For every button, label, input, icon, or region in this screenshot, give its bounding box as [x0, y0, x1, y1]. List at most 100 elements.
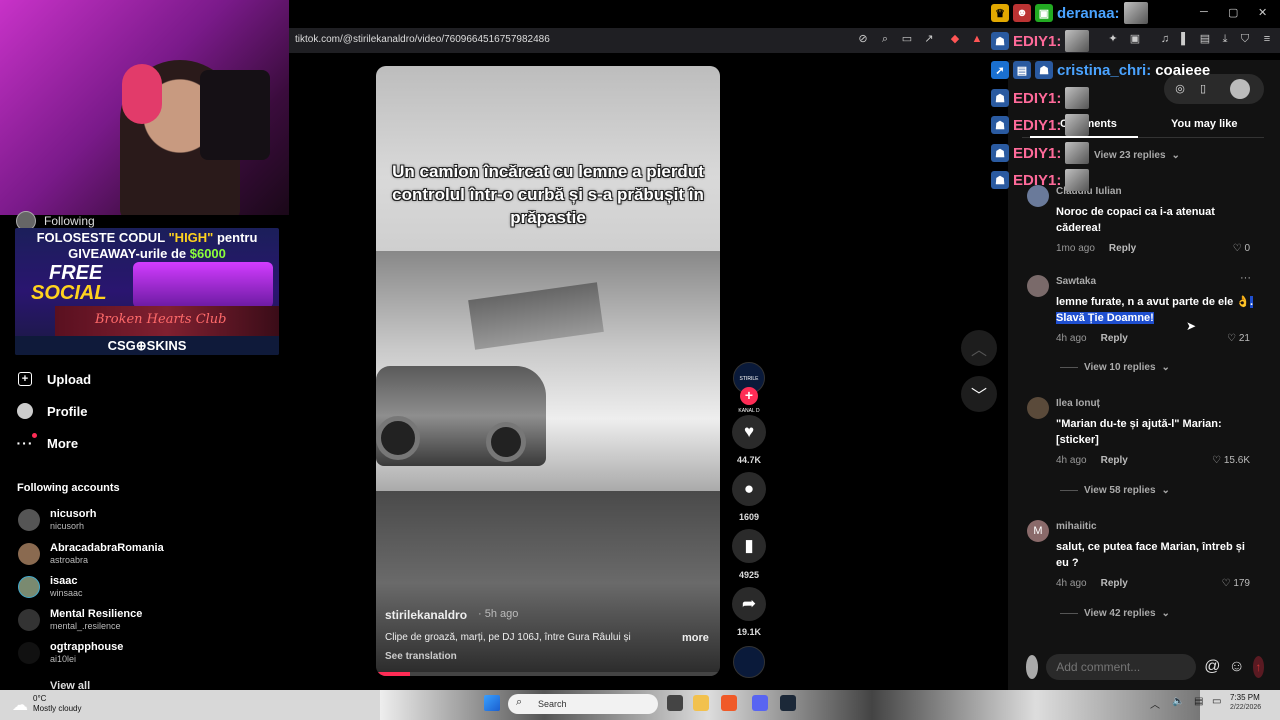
wallet-icon[interactable]: ▣ — [1128, 32, 1142, 46]
save-button[interactable]: ▮ — [732, 529, 766, 563]
nav-upload[interactable]: + Upload — [17, 371, 91, 387]
account-item[interactable]: nicusorh nicusorh — [18, 508, 96, 532]
task-view-icon[interactable] — [667, 695, 683, 711]
file-explorer-icon[interactable] — [693, 695, 709, 711]
video-player[interactable]: Un camion încărcat cu lemne a pierdut co… — [376, 66, 720, 676]
account-item[interactable]: ogtrapphouse ai10lei — [18, 641, 123, 665]
url-text[interactable]: tiktok.com/@stirilekanaldro/video/760966… — [295, 34, 550, 45]
video-progress-bar[interactable] — [376, 672, 720, 676]
avatar[interactable] — [1027, 397, 1049, 419]
comment-like[interactable]: ♡ 21 — [1210, 333, 1250, 344]
more-button[interactable]: more — [682, 632, 709, 644]
reply-button[interactable]: Reply — [1109, 243, 1136, 254]
network-icon[interactable]: ▤ — [1194, 696, 1203, 707]
nav-more[interactable]: ··· More — [17, 433, 78, 451]
nav-profile[interactable]: Profile — [17, 403, 87, 419]
compass-icon[interactable]: ◎ — [1172, 81, 1188, 97]
extensions-icon[interactable]: ✦ — [1106, 32, 1120, 46]
tabs-icon[interactable]: ▤ — [1198, 32, 1212, 46]
user-avatar-icon[interactable] — [1230, 79, 1250, 99]
maximize-button[interactable]: ▢ — [1228, 6, 1238, 19]
comment-like[interactable]: ♡ 15.6K — [1200, 455, 1250, 466]
account-item[interactable]: AbracadabraRomania astroabra — [18, 542, 164, 566]
comment-like[interactable]: ♡ 179 — [1210, 578, 1250, 589]
view-replies[interactable]: View 58 replies ⌄ — [1060, 485, 1170, 496]
like-button[interactable]: ♥ — [732, 415, 766, 449]
comment-time: 4h ago — [1056, 455, 1087, 466]
account-item[interactable]: isaac winsaac — [18, 575, 83, 599]
music-icon[interactable]: ♫ — [1158, 32, 1172, 46]
video-time: · 5h ago — [478, 608, 519, 620]
chevron-down-icon: ﹀ — [970, 388, 987, 405]
follow-button[interactable]: + — [740, 387, 758, 405]
share-button[interactable]: ➦ — [732, 587, 766, 621]
reply-button[interactable]: Reply — [1101, 578, 1128, 589]
sound-avatar[interactable] — [733, 646, 765, 678]
comment-text-main: lemne furate, n a avut parte de ele 👌 — [1056, 296, 1251, 308]
tab-you-may-like[interactable]: You may like — [1171, 118, 1237, 130]
account-name: AbracadabraRomania — [50, 542, 164, 554]
reply-button[interactable]: Reply — [1101, 455, 1128, 466]
rewards-icon[interactable]: ▲ — [970, 32, 984, 46]
brave-browser-icon[interactable] — [721, 695, 737, 711]
taskbar-search[interactable]: Search — [508, 694, 658, 714]
share-icon[interactable]: ↗ — [922, 32, 936, 46]
video-bottom-frame — [376, 491, 720, 676]
screen-icon[interactable]: ▭ — [900, 32, 914, 46]
clock-date[interactable]: 2/22/2026 — [1230, 704, 1261, 711]
previous-video-button[interactable]: ︿ — [961, 330, 997, 366]
no-camera-icon[interactable]: ⊘ — [856, 32, 870, 46]
vpn-icon[interactable]: ⛉ — [1238, 32, 1252, 46]
clock-time[interactable]: 7:35 PM — [1230, 693, 1260, 702]
menu-icon[interactable]: ≡ — [1260, 32, 1274, 46]
battery-icon[interactable]: ▭ — [1212, 696, 1221, 707]
comment-options-icon[interactable]: ··· — [1240, 272, 1251, 284]
comment-button[interactable]: ● — [732, 472, 766, 506]
view-replies[interactable]: View 42 replies ⌄ — [1060, 608, 1170, 619]
comment-icon: ● — [743, 479, 755, 498]
comment-user[interactable]: mihaiitic — [1056, 521, 1097, 532]
discord-icon[interactable] — [752, 695, 768, 711]
avatar — [18, 509, 40, 531]
account-handle: ai10lei — [50, 654, 77, 664]
shield-icon[interactable]: ◆ — [948, 32, 962, 46]
mention-icon[interactable]: @ — [1204, 658, 1220, 676]
add-comment-input[interactable] — [1046, 654, 1197, 680]
emoji-icon[interactable]: ☺ — [1228, 658, 1244, 676]
minimize-button[interactable]: ─ — [1200, 6, 1208, 18]
weather-temp: 0°C — [33, 694, 47, 703]
profile-icon — [17, 403, 33, 419]
upload-icon: + — [17, 371, 33, 387]
cloud-icon[interactable]: ☁ — [12, 695, 28, 715]
speaker-icon[interactable]: 🔈 — [1172, 696, 1184, 707]
download-icon[interactable]: ⤓ — [1218, 32, 1232, 46]
sidebar-icon[interactable]: ▌ — [1178, 32, 1192, 46]
close-button[interactable]: ✕ — [1258, 6, 1267, 19]
wheel — [376, 416, 420, 460]
avatar[interactable]: M — [1027, 520, 1049, 542]
promo-banner[interactable]: FOLOSESTE CODUL "HIGH" pentru GIVEAWAY-u… — [15, 228, 279, 355]
chat-user: EDIY1: — [1013, 89, 1062, 107]
view-replies[interactable]: View 10 replies ⌄ — [1060, 362, 1170, 373]
emote-image — [1123, 2, 1148, 24]
zoom-icon[interactable]: ⌕ — [878, 32, 892, 46]
steam-icon[interactable] — [780, 695, 796, 711]
comment-text: salut, ce putea face Marian, întreb și e… — [1056, 541, 1245, 569]
see-translation-link[interactable]: See translation — [385, 651, 457, 662]
avatar[interactable] — [1027, 275, 1049, 297]
next-video-button[interactable]: ﹀ — [961, 376, 997, 412]
windows-start-icon[interactable] — [484, 695, 500, 711]
account-item[interactable]: Mental Resilience mental_.resilence — [18, 608, 142, 632]
tray-chevron-icon[interactable]: ︿ — [1150, 696, 1160, 711]
reply-button[interactable]: Reply — [1101, 333, 1128, 344]
chat-message: ☗ EDIY1: — [991, 87, 1090, 109]
comment-user[interactable]: Ilea Ionuț — [1056, 398, 1100, 409]
send-button[interactable]: ↑ — [1252, 656, 1264, 678]
crown-badge-icon: ♛ — [991, 4, 1009, 22]
truck-image — [468, 282, 604, 350]
comment-like[interactable]: ♡ 0 — [1210, 243, 1250, 254]
comment-time: 4h ago — [1056, 333, 1087, 344]
comment-user[interactable]: Sawtaka — [1056, 276, 1096, 287]
phone-icon[interactable]: ▯ — [1195, 81, 1211, 97]
video-author[interactable]: stirilekanaldro — [385, 608, 467, 622]
